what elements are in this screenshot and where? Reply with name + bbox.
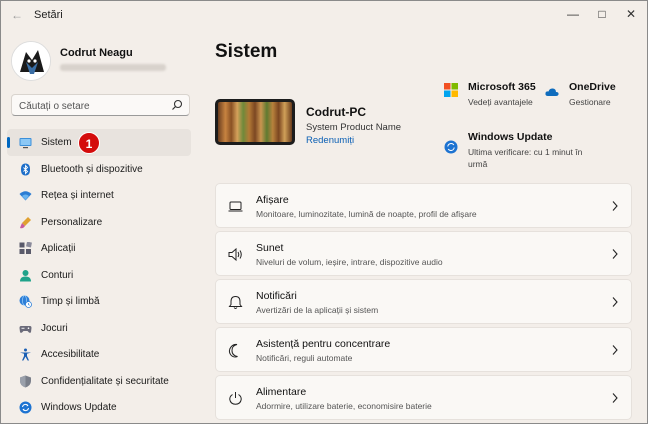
- profile-email-redacted: [60, 64, 166, 71]
- sidebar-item-label: Conturi: [41, 269, 74, 281]
- brush-icon: [20, 216, 31, 228]
- settings-cards: Afișare Monitoare, luminozitate, lumină …: [215, 183, 632, 423]
- card-description: Adormire, utilizare baterie, economisire…: [256, 401, 432, 411]
- sidebar-item-accounts[interactable]: Conturi: [7, 262, 191, 289]
- chevron-right-icon: [612, 201, 618, 211]
- sidebar-item-label: Timp și limbă: [41, 296, 100, 307]
- card-display[interactable]: Afișare Monitoare, luminozitate, lumină …: [215, 183, 632, 228]
- sidebar-item-label: Confidențialitate și securitate: [41, 375, 169, 387]
- minimize-button[interactable]: —: [562, 5, 584, 23]
- card-power[interactable]: Alimentare Adormire, utilizare baterie, …: [215, 375, 632, 420]
- monitor-icon: [19, 138, 32, 149]
- quick-title: Microsoft 365: [468, 81, 536, 93]
- card-description: Niveluri de volum, ieșire, intrare, disp…: [256, 257, 443, 267]
- sidebar-item-accessibility[interactable]: Accesibilitate: [7, 341, 191, 368]
- person-icon: [20, 269, 31, 281]
- settings-window: ← Setări — □ ✕ Codrut Neagu Căutați o se…: [0, 0, 648, 424]
- sidebar-item-network[interactable]: Rețea și internet: [7, 182, 191, 209]
- sidebar-item-label: Windows Update: [41, 402, 117, 413]
- card-sound[interactable]: Sunet Niveluri de volum, ieșire, intrare…: [215, 231, 632, 276]
- wifi-icon: [19, 191, 32, 201]
- display-icon: [228, 201, 243, 212]
- wallpaper-image: [218, 102, 292, 142]
- chevron-right-icon: [612, 297, 618, 307]
- bluetooth-icon: [21, 163, 30, 175]
- sidebar-item-label: Personalizare: [41, 216, 103, 228]
- sidebar-item-personalization[interactable]: Personalizare: [7, 209, 191, 236]
- avatar[interactable]: [11, 41, 51, 81]
- search-input[interactable]: [19, 99, 169, 113]
- app-title: Setări: [34, 9, 63, 21]
- sidebar-item-label: Sistem: [41, 137, 72, 148]
- quick-subtitle-line2: urmă: [468, 159, 488, 169]
- update-icon: [444, 140, 458, 154]
- card-title: Sunet: [256, 242, 284, 254]
- quick-title: Windows Update: [468, 131, 553, 143]
- sidebar-item-apps[interactable]: Aplicații: [7, 235, 191, 262]
- onedrive-link[interactable]: OneDrive Gestionare: [545, 81, 635, 111]
- close-button[interactable]: ✕: [620, 5, 642, 23]
- microsoft-logo-icon: [444, 83, 458, 97]
- card-title: Alimentare: [256, 386, 307, 398]
- back-arrow-icon[interactable]: ←: [9, 7, 25, 23]
- quick-subtitle: Vedeți avantajele: [468, 97, 533, 107]
- chevron-right-icon: [612, 345, 618, 355]
- card-notifications[interactable]: Notificări Avertizări de la aplicații și…: [215, 279, 632, 324]
- title-bar: ← Setări — □ ✕: [1, 1, 647, 29]
- chevron-right-icon: [612, 393, 618, 403]
- card-title: Notificări: [256, 290, 297, 302]
- sidebar-item-label: Accesibilitate: [41, 349, 100, 360]
- apps-icon: [19, 242, 32, 254]
- sidebar-nav: Sistem Bluetooth și dispozitive Rețea și…: [7, 129, 191, 421]
- quick-title: OneDrive: [569, 81, 616, 93]
- bell-icon: [228, 295, 243, 309]
- sidebar-item-label: Bluetooth și dispozitive: [41, 163, 143, 175]
- sidebar-item-gaming[interactable]: Jocuri: [7, 315, 191, 342]
- quick-subtitle: Ultima verificare: cu 1 minut în urmă: [468, 146, 582, 170]
- sidebar-item-label: Jocuri: [41, 322, 68, 334]
- quick-subtitle: Gestionare: [569, 97, 611, 107]
- card-description: Monitoare, luminozitate, lumină de noapt…: [256, 209, 477, 219]
- cloud-icon: [545, 88, 559, 96]
- chevron-right-icon: [612, 249, 618, 259]
- sidebar-item-bluetooth[interactable]: Bluetooth și dispozitive: [7, 156, 191, 183]
- card-title: Afișare: [256, 194, 289, 206]
- search-icon[interactable]: [171, 99, 183, 111]
- page-title: Sistem: [215, 41, 278, 62]
- card-description: Avertizări de la aplicații și sistem: [256, 305, 379, 315]
- sidebar-item-time-language[interactable]: Timp și limbă: [7, 288, 191, 315]
- device-name: Codrut-PC: [306, 105, 366, 119]
- gamepad-icon: [19, 325, 32, 333]
- update-icon: [19, 401, 32, 414]
- sidebar-item-label: Aplicații: [41, 243, 76, 254]
- shield-icon: [20, 375, 31, 387]
- power-icon: [229, 392, 242, 405]
- windows-update-link[interactable]: Windows Update Ultima verificare: cu 1 m…: [444, 131, 604, 169]
- profile-name: Codrut Neagu: [60, 47, 133, 59]
- card-description: Notificări, reguli automate: [256, 353, 353, 363]
- card-focus-assist[interactable]: Asistență pentru concentrare Notificări,…: [215, 327, 632, 372]
- sidebar-item-windows-update[interactable]: Windows Update: [7, 394, 191, 421]
- sidebar-item-privacy-security[interactable]: Confidențialitate și securitate: [7, 368, 191, 395]
- moon-icon: [228, 343, 238, 358]
- quick-subtitle-line1: Ultima verificare: cu 1 minut în: [468, 147, 583, 157]
- accessibility-icon: [20, 348, 31, 361]
- maximize-button[interactable]: □: [591, 5, 613, 23]
- globe-clock-icon: [19, 295, 32, 308]
- card-title: Asistență pentru concentrare: [256, 338, 391, 350]
- annotation-marker-1: 1: [78, 132, 100, 154]
- microsoft-365-link[interactable]: Microsoft 365 Vedeți avantajele: [444, 81, 539, 111]
- device-thumbnail: [215, 99, 295, 145]
- rename-link[interactable]: Redenumiți: [306, 135, 354, 146]
- speaker-icon: [228, 247, 242, 262]
- search-box[interactable]: [11, 94, 190, 116]
- device-model: System Product Name: [306, 122, 402, 133]
- sidebar-item-label: Rețea și internet: [41, 190, 114, 201]
